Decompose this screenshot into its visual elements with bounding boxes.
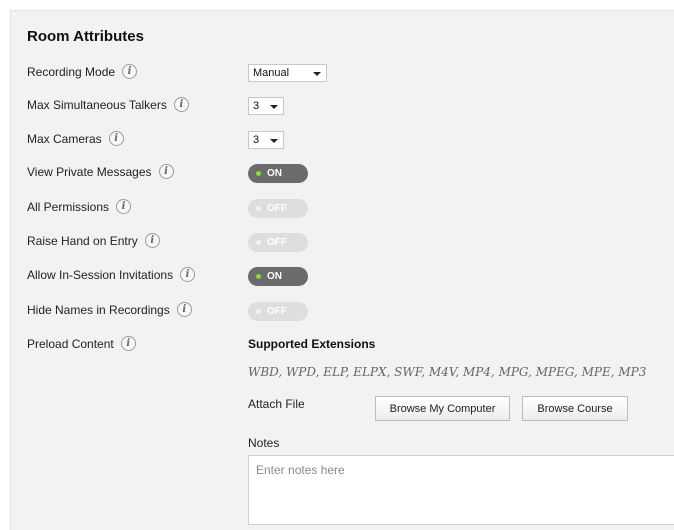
preload-label: Preload Content bbox=[27, 336, 114, 351]
view-private-label: View Private Messages bbox=[27, 164, 152, 179]
allow-invites-toggle[interactable]: ON bbox=[248, 267, 308, 286]
browse-my-computer-button[interactable]: Browse My Computer bbox=[375, 396, 510, 421]
info-icon[interactable]: i bbox=[108, 131, 124, 146]
info-icon[interactable]: i bbox=[144, 233, 160, 248]
recording-mode-select[interactable]: Manual bbox=[248, 64, 327, 82]
info-icon[interactable]: i bbox=[122, 64, 138, 79]
hide-names-label: Hide Names in Recordings bbox=[27, 302, 170, 317]
max-talkers-value: 3 bbox=[253, 100, 260, 112]
status-dot-icon bbox=[256, 171, 261, 176]
status-dot-icon bbox=[256, 206, 261, 211]
view-private-row: View Private Messages i bbox=[27, 164, 174, 179]
max-cameras-value: 3 bbox=[253, 134, 260, 146]
toggle-state: ON bbox=[267, 271, 282, 282]
preload-row: Preload Content i bbox=[27, 336, 136, 351]
max-talkers-select[interactable]: 3 bbox=[248, 97, 284, 115]
chevron-down-icon bbox=[270, 139, 278, 143]
status-dot-icon bbox=[256, 309, 261, 314]
toggle-state: ON bbox=[267, 168, 282, 179]
max-talkers-label: Max Simultaneous Talkers bbox=[27, 97, 167, 112]
max-cameras-label: Max Cameras bbox=[27, 131, 102, 146]
max-cameras-row: Max Cameras i bbox=[27, 131, 124, 146]
allow-invites-row: Allow In-Session Invitations i bbox=[27, 267, 196, 282]
allow-invites-label: Allow In-Session Invitations bbox=[27, 267, 174, 282]
raise-hand-toggle[interactable]: OFF bbox=[248, 233, 308, 252]
notes-textarea[interactable] bbox=[248, 455, 674, 525]
view-private-toggle[interactable]: ON bbox=[248, 164, 308, 183]
attach-file-label: Attach File bbox=[248, 397, 305, 411]
recording-mode-value: Manual bbox=[253, 67, 290, 79]
info-icon[interactable]: i bbox=[116, 199, 132, 214]
raise-hand-label: Raise Hand on Entry bbox=[27, 233, 138, 248]
browse-course-button[interactable]: Browse Course bbox=[522, 396, 628, 421]
toggle-state: OFF bbox=[267, 237, 287, 248]
chevron-down-icon bbox=[313, 72, 321, 76]
recording-mode-label: Recording Mode bbox=[27, 64, 116, 79]
all-permissions-toggle[interactable]: OFF bbox=[248, 199, 308, 218]
info-icon[interactable]: i bbox=[173, 97, 189, 112]
hide-names-row: Hide Names in Recordings i bbox=[27, 302, 192, 317]
hide-names-toggle[interactable]: OFF bbox=[248, 302, 308, 321]
raise-hand-row: Raise Hand on Entry i bbox=[27, 233, 160, 248]
chevron-down-icon bbox=[270, 105, 278, 109]
max-cameras-select[interactable]: 3 bbox=[248, 131, 284, 149]
notes-label: Notes bbox=[248, 436, 280, 450]
toggle-state: OFF bbox=[267, 306, 287, 317]
section-title: Room Attributes bbox=[27, 28, 144, 45]
all-permissions-label: All Permissions bbox=[27, 199, 110, 214]
info-icon[interactable]: i bbox=[120, 336, 136, 351]
status-dot-icon bbox=[256, 274, 261, 279]
status-dot-icon bbox=[256, 240, 261, 245]
all-permissions-row: All Permissions i bbox=[27, 199, 132, 214]
supported-extensions-list: WBD, WPD, ELP, ELPX, SWF, M4V, MP4, MPG,… bbox=[248, 365, 647, 379]
supported-extensions-heading: Supported Extensions bbox=[248, 337, 376, 351]
info-icon[interactable]: i bbox=[176, 302, 192, 317]
info-icon[interactable]: i bbox=[158, 164, 174, 179]
recording-mode-row: Recording Mode i bbox=[27, 64, 138, 79]
info-icon[interactable]: i bbox=[180, 267, 196, 282]
toggle-state: OFF bbox=[267, 203, 287, 214]
max-talkers-row: Max Simultaneous Talkers i bbox=[27, 97, 189, 112]
